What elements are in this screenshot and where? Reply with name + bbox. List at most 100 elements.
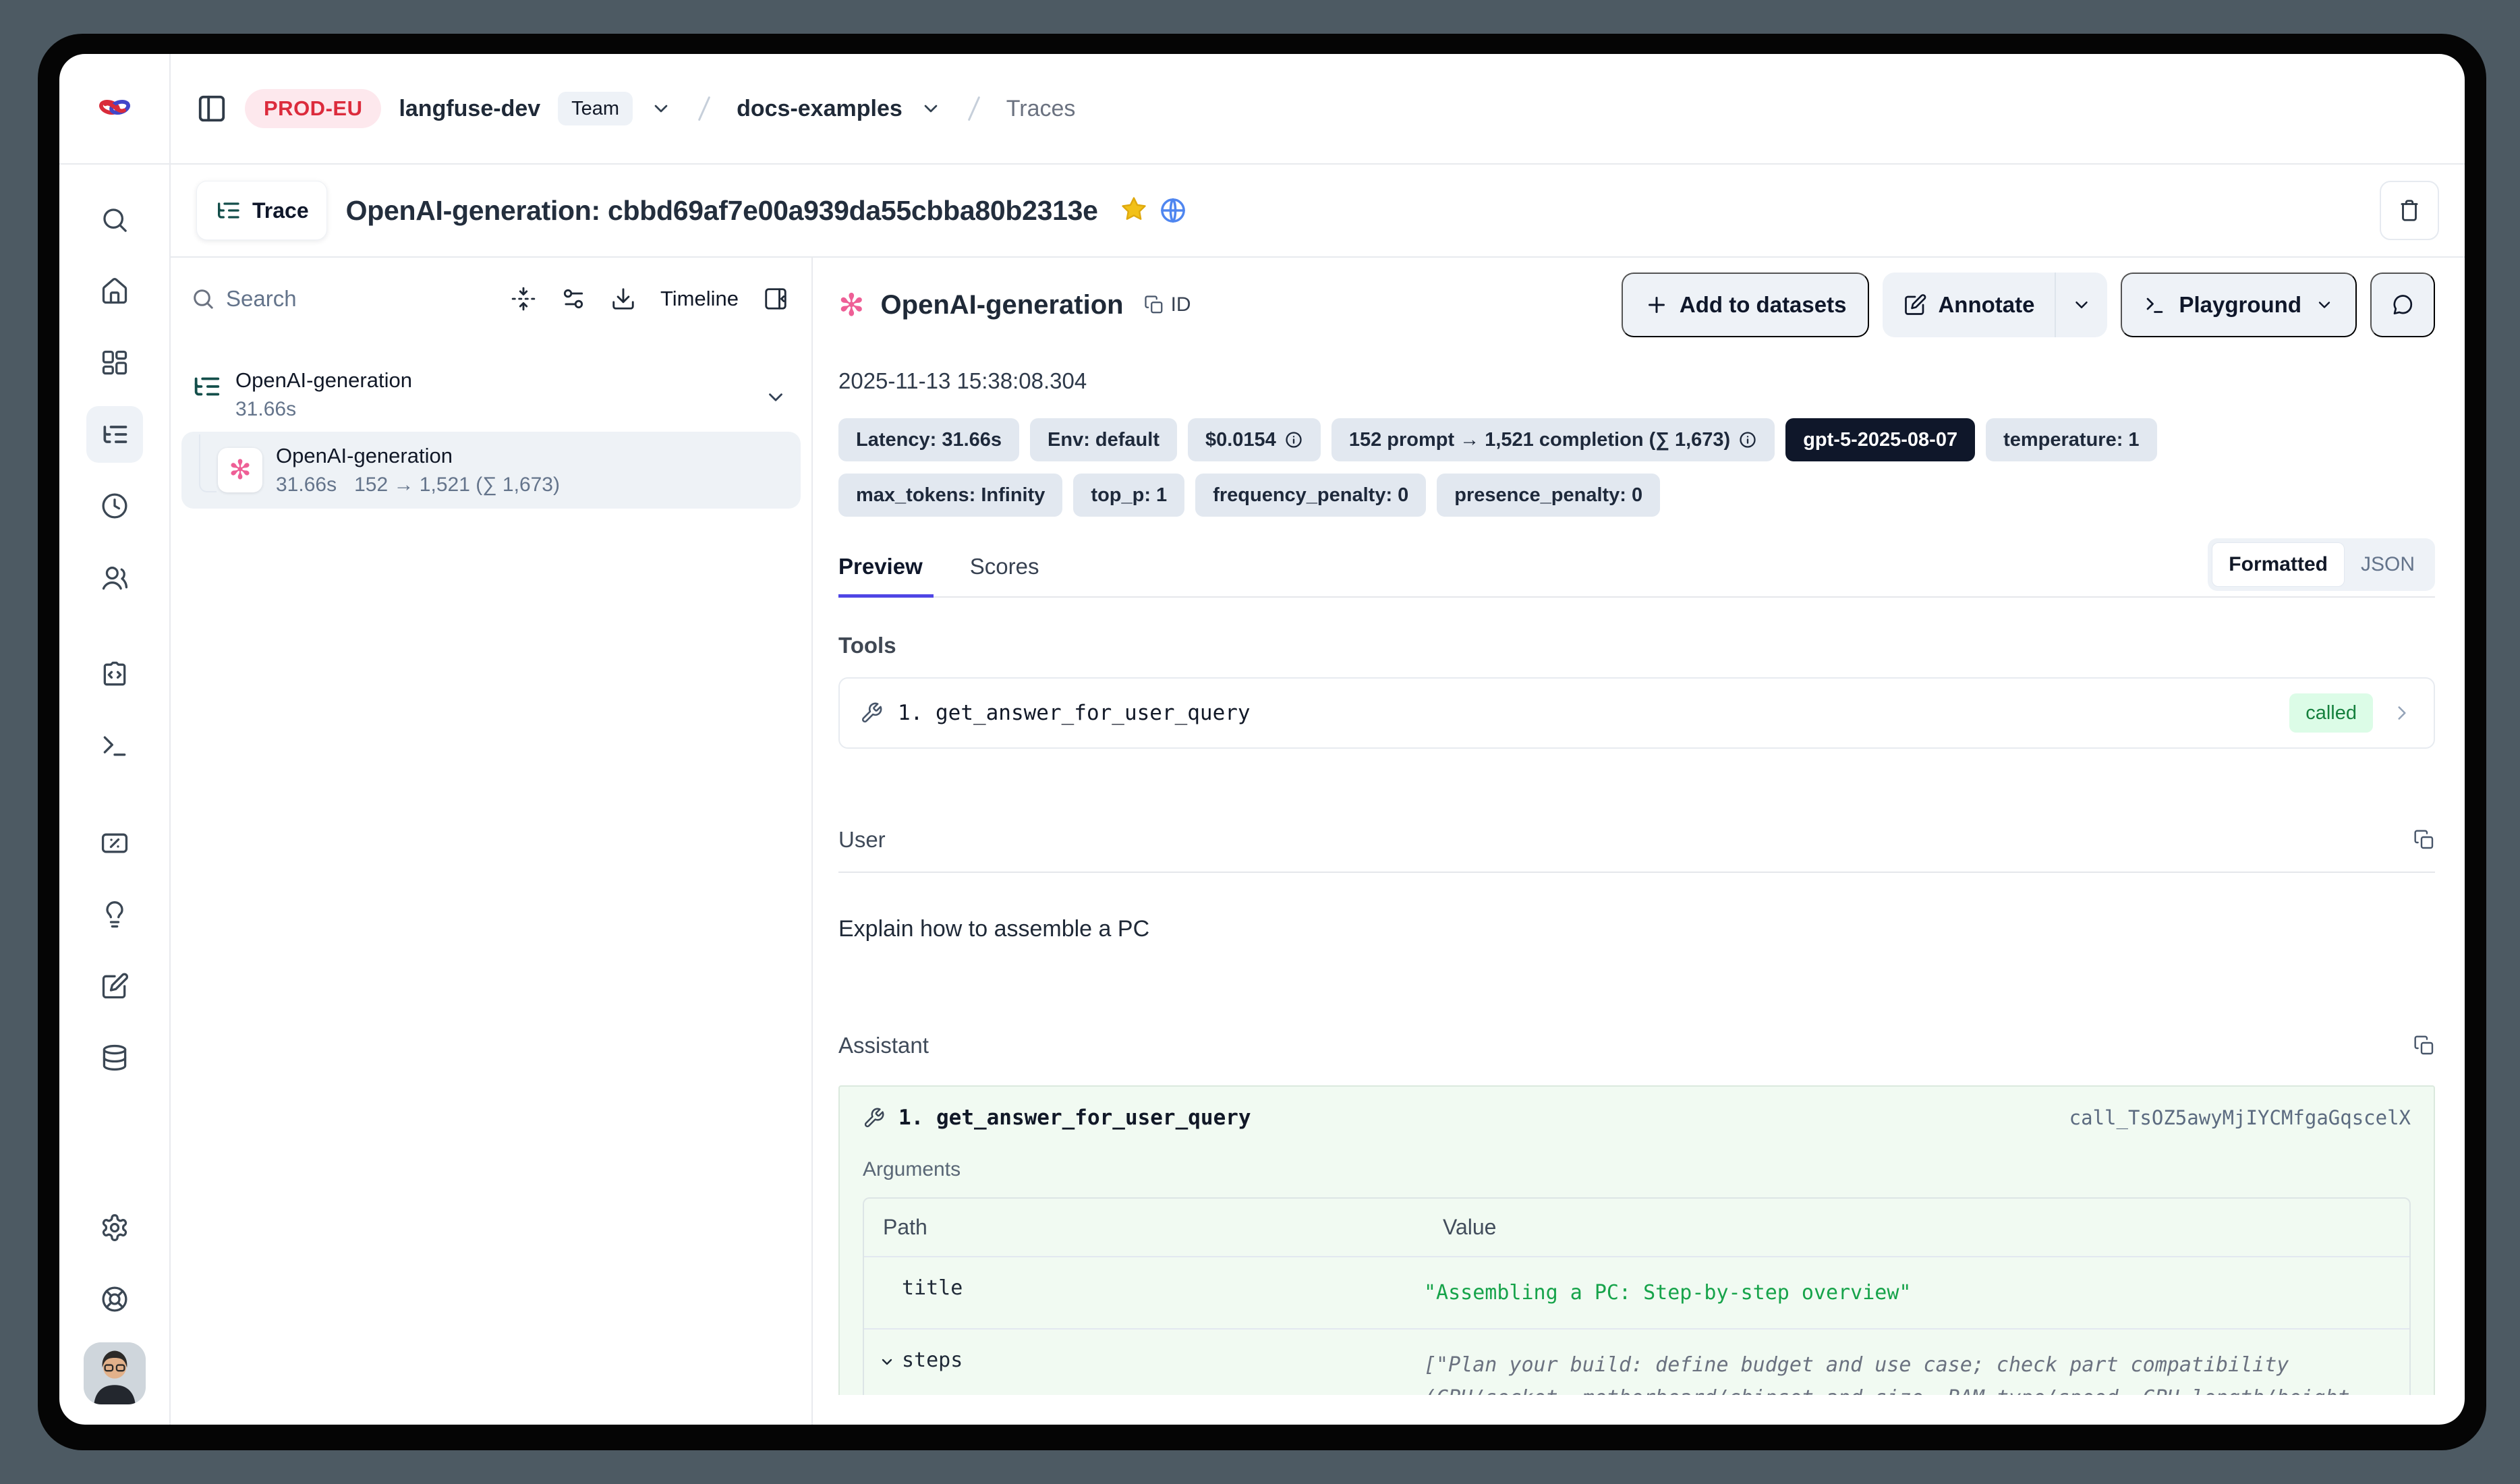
sidebar-logo-area xyxy=(59,54,169,165)
tree-toolbar: Search Timeline xyxy=(191,286,789,312)
cost-badge[interactable]: $0.0154 xyxy=(1188,418,1321,461)
sidebar-item-prompts[interactable] xyxy=(86,646,143,703)
search-icon xyxy=(100,205,130,235)
timeline-toggle[interactable]: Timeline xyxy=(660,287,739,311)
delete-trace-button[interactable] xyxy=(2380,181,2439,240)
sidebar-item-home[interactable] xyxy=(86,263,143,320)
chevron-down-icon[interactable] xyxy=(920,98,942,119)
annotate-dropdown-button[interactable] xyxy=(2055,273,2107,337)
user-heading: User xyxy=(838,827,886,853)
latency-badge: Latency: 31.66s xyxy=(838,418,1019,461)
tree-indent-guide xyxy=(199,434,217,492)
assistant-heading: Assistant xyxy=(838,1033,929,1058)
trace-type-chip: Trace xyxy=(196,181,327,240)
home-icon xyxy=(100,277,130,306)
database-icon xyxy=(100,1043,130,1073)
sidebar-item-evaluations[interactable] xyxy=(86,815,143,872)
annotate-split-button: Annotate xyxy=(1883,273,2107,337)
user-section-header: User xyxy=(838,827,2435,853)
chevron-right-icon[interactable] xyxy=(2390,702,2413,724)
tree-node-trace[interactable]: OpenAI-generation 31.66s xyxy=(171,368,811,421)
annotate-button[interactable]: Annotate xyxy=(1883,273,2055,337)
view-settings-icon[interactable] xyxy=(561,286,586,312)
sidebar-item-search[interactable] xyxy=(86,192,143,248)
arg-value-title: "Assembling a PC: Step-by-step overview" xyxy=(1424,1257,2409,1328)
download-icon[interactable] xyxy=(610,286,636,312)
sidebar-item-annotation-queues[interactable] xyxy=(86,958,143,1015)
list-tree-icon xyxy=(214,197,241,224)
tokens-badge[interactable]: 152 prompt → 1,521 completion (∑ 1,673) xyxy=(1331,418,1775,461)
copy-id-control[interactable]: ID xyxy=(1144,293,1191,316)
tab-preview[interactable]: Preview xyxy=(838,554,934,598)
tab-scores[interactable]: Scores xyxy=(970,554,1039,598)
user-avatar[interactable] xyxy=(84,1342,146,1404)
sidebar-item-dashboards[interactable] xyxy=(86,335,143,391)
sidebar-item-tracing[interactable] xyxy=(86,406,143,463)
sidebar-item-datasets[interactable] xyxy=(86,1029,143,1086)
star-icon[interactable] xyxy=(1120,195,1148,227)
sidebar-item-playground[interactable] xyxy=(86,718,143,774)
env-badge: Env: default xyxy=(1030,418,1177,461)
list-tree-icon xyxy=(100,420,130,449)
sidebar-item-insights[interactable] xyxy=(86,886,143,943)
tabs-row: Preview Scores Formatted JSON xyxy=(838,549,2435,598)
user-message: Explain how to assemble a PC xyxy=(838,916,2435,942)
chevron-down-icon[interactable] xyxy=(650,98,672,119)
toggle-json[interactable]: JSON xyxy=(2345,542,2431,587)
langfuse-logo-icon xyxy=(96,94,134,124)
tools-heading: Tools xyxy=(838,633,2435,658)
copy-icon[interactable] xyxy=(2413,829,2435,851)
arg-value-steps: ["Plan your build: define budget and use… xyxy=(1424,1330,2409,1395)
sidebar-item-users[interactable] xyxy=(86,549,143,606)
breadcrumb-org[interactable]: langfuse-dev xyxy=(399,96,540,122)
action-buttons: Add to datasets Annotate xyxy=(1622,273,2435,337)
observation-detail-panel: ✻ OpenAI-generation ID Add to datasets xyxy=(813,258,2465,1425)
model-badge[interactable]: gpt-5-2025-08-07 xyxy=(1785,418,1975,461)
message-bubble-icon xyxy=(2390,293,2415,317)
tool-definition-row[interactable]: 1. get_answer_for_user_query called xyxy=(838,677,2435,749)
info-icon xyxy=(1284,430,1303,449)
tool-called-badge: called xyxy=(2289,693,2373,733)
app-window: PROD-EU langfuse-dev Team docs-examples … xyxy=(59,54,2465,1425)
clock-icon xyxy=(100,491,130,521)
breadcrumb-bar: PROD-EU langfuse-dev Team docs-examples … xyxy=(171,54,2465,165)
org-plan-badge: Team xyxy=(558,92,633,125)
sidebar-bottom xyxy=(84,1199,146,1425)
trace-tree-panel: Search Timeline OpenAI-generation 31.6 xyxy=(171,258,813,1425)
copy-icon[interactable] xyxy=(2413,1035,2435,1056)
top-p-badge: top_p: 1 xyxy=(1073,474,1184,517)
column-path: Path xyxy=(864,1199,1424,1256)
temperature-badge: temperature: 1 xyxy=(1986,418,2156,461)
breadcrumb-project[interactable]: docs-examples xyxy=(737,96,903,122)
sidebar-item-settings[interactable] xyxy=(86,1199,143,1256)
sidebar-item-sessions[interactable] xyxy=(86,478,143,534)
public-globe-icon[interactable] xyxy=(1159,196,1187,225)
sidebar-item-support[interactable] xyxy=(86,1271,143,1328)
observation-title: OpenAI-generation xyxy=(881,290,1124,320)
chevron-down-icon[interactable] xyxy=(879,1354,895,1370)
life-buoy-icon xyxy=(100,1284,130,1314)
list-tree-icon xyxy=(191,371,222,402)
panel-collapse-icon[interactable] xyxy=(763,286,789,312)
tool-call-row: 1. get_answer_for_user_query call_TsOZ5a… xyxy=(863,1106,2411,1130)
user-divider xyxy=(838,872,2435,873)
chevron-down-icon xyxy=(2071,295,2092,315)
playground-button[interactable]: Playground xyxy=(2121,273,2357,337)
fold-vertical-icon[interactable] xyxy=(511,286,536,312)
tree-node-label: OpenAI-generation xyxy=(235,368,412,393)
info-icon xyxy=(1738,430,1757,449)
file-code-icon xyxy=(100,660,130,689)
table-row: steps ["Plan your build: define budget a… xyxy=(864,1328,2409,1395)
trash-icon xyxy=(2397,198,2422,223)
chevron-down-icon[interactable] xyxy=(764,386,787,409)
tree-search-input[interactable]: Search xyxy=(191,286,511,312)
add-to-datasets-button[interactable]: Add to datasets xyxy=(1622,273,1870,337)
comment-button[interactable] xyxy=(2370,273,2435,337)
panel-left-toggle-icon[interactable] xyxy=(196,93,227,124)
environment-badge[interactable]: PROD-EU xyxy=(245,89,381,128)
arg-path-steps[interactable]: steps xyxy=(864,1330,1424,1395)
breadcrumb-section[interactable]: Traces xyxy=(1006,96,1076,122)
toggle-formatted[interactable]: Formatted xyxy=(2212,542,2345,587)
tool-call-name: 1. get_answer_for_user_query xyxy=(898,1106,1251,1130)
tree-node-generation-selected[interactable]: ✻ OpenAI-generation 31.66s152 → 1,521 (∑… xyxy=(181,432,801,509)
